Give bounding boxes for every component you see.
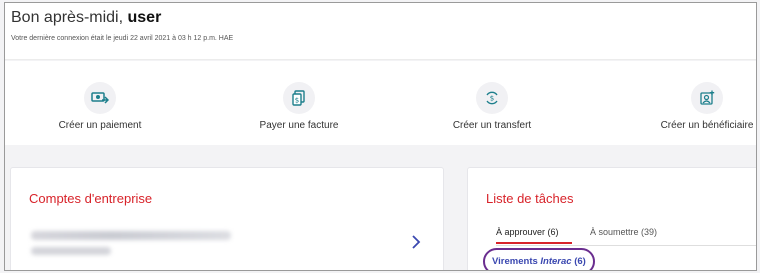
greeting-prefix: Bon après-midi, [11, 9, 124, 26]
task-list-title: Liste de tâches [486, 191, 574, 206]
greeting-title: Bon après-midi, user [11, 9, 161, 27]
interac-transfers-item[interactable]: Virements Interac (6) [483, 248, 595, 270]
interac-prefix: Virements [492, 256, 541, 267]
chevron-right-icon[interactable] [406, 232, 426, 252]
tab-to-approve[interactable]: À approuver (6) [496, 227, 559, 237]
create-payee-button[interactable]: Créer un bénéficiaire [619, 61, 756, 145]
create-payment-label: Créer un paiement [58, 120, 142, 131]
svg-text:$: $ [295, 97, 299, 105]
create-transfer-button[interactable]: $ Créer un transfert [412, 61, 572, 145]
interac-count: (6) [571, 256, 586, 267]
pay-bill-label: Payer une facture [259, 120, 339, 131]
pay-bill-button[interactable]: $ Payer une facture [219, 61, 379, 145]
greeting-header: Bon après-midi, user Votre dernière conn… [5, 3, 756, 60]
create-transfer-label: Créer un transfert [452, 120, 532, 131]
task-list-card: Liste de tâches À approuver (6) À soumet… [467, 167, 756, 270]
dashboard-frame: Bon après-midi, user Votre dernière conn… [4, 2, 757, 271]
quick-actions: Créer un paiement $ Payer une facture $ [5, 61, 756, 145]
create-payee-label: Créer un bénéficiaire [660, 120, 754, 131]
active-tab-indicator [496, 242, 572, 244]
user-name: user [127, 9, 162, 26]
create-payment-button[interactable]: Créer un paiement [20, 61, 180, 145]
business-accounts-card: Comptes d'entreprise [10, 167, 444, 270]
last-login-text: Votre dernière connexion était le jeudi … [11, 35, 234, 42]
task-tabs: À approuver (6) À soumettre (39) [496, 224, 756, 246]
interac-brand: Interac [540, 256, 572, 267]
transfer-icon: $ [476, 82, 508, 114]
add-payee-icon [691, 82, 723, 114]
account-balance-redacted [31, 247, 111, 255]
account-name-redacted [31, 231, 231, 240]
svg-text:$: $ [490, 95, 494, 103]
business-accounts-title: Comptes d'entreprise [29, 191, 153, 206]
tab-to-submit[interactable]: À soumettre (39) [590, 227, 657, 237]
payment-icon [84, 82, 116, 114]
bill-icon: $ [283, 82, 315, 114]
